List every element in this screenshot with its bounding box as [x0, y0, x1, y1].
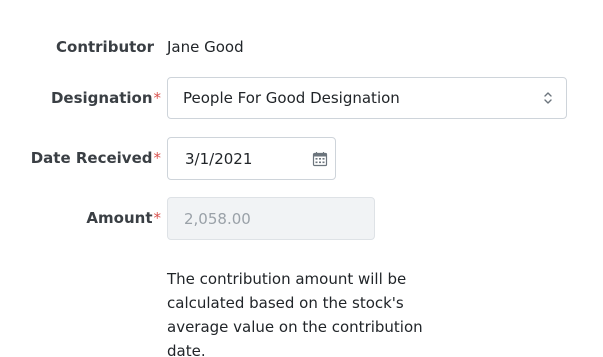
required-asterisk: *: [153, 209, 162, 227]
amount-label-text: Amount: [86, 209, 153, 227]
date-received-value: 3/1/2021: [185, 149, 253, 168]
chevron-updown-icon: [544, 92, 552, 104]
amount-input-disabled: 2,058.00: [167, 197, 375, 240]
contributor-label: Contributor: [56, 38, 154, 56]
amount-label: Amount*: [86, 209, 161, 227]
amount-help-text: The contribution amount will be calculat…: [167, 270, 423, 357]
designation-label-text: Designation: [50, 89, 153, 107]
contribution-form: Contributor Jane Good Designation* Peopl…: [0, 0, 603, 357]
date-received-label: Date Received*: [31, 149, 161, 167]
required-asterisk: *: [153, 89, 162, 107]
designation-label: Designation*: [51, 89, 161, 107]
calendar-icon[interactable]: [312, 151, 328, 167]
date-received-input[interactable]: 3/1/2021: [167, 137, 336, 180]
required-asterisk: *: [153, 149, 162, 167]
designation-select[interactable]: People For Good Designation: [167, 77, 567, 119]
contributor-label-text: Contributor: [56, 38, 154, 56]
amount-value: 2,058.00: [184, 209, 251, 228]
contributor-value: Jane Good: [167, 38, 244, 56]
designation-selected-value: People For Good Designation: [183, 89, 400, 107]
date-received-label-text: Date Received: [30, 149, 153, 167]
